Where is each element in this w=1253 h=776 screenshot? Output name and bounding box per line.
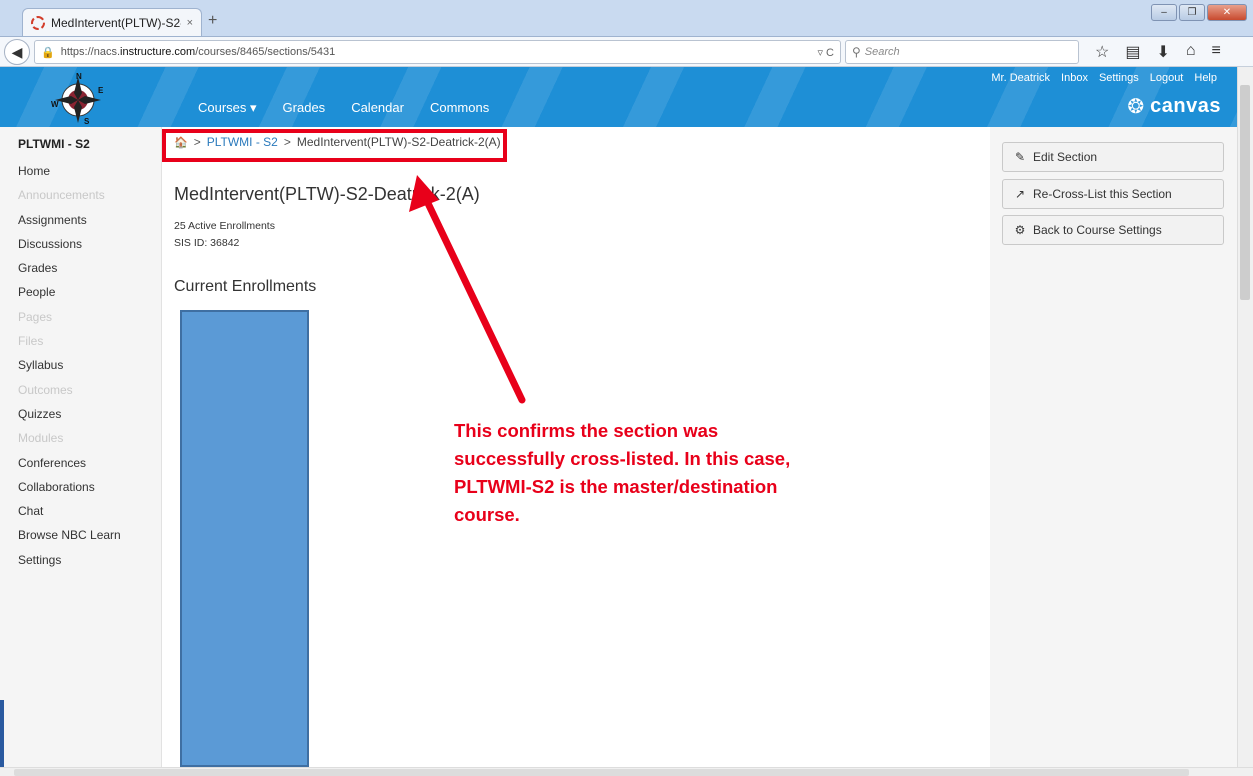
canvas-header: N E W S Courses ▾ Grades Calendar Common… bbox=[0, 67, 1237, 127]
external-link-icon: ↗ bbox=[1014, 187, 1026, 201]
nav-item-assignments[interactable]: Assignments bbox=[18, 208, 161, 232]
bookmark-star-icon[interactable]: ☆ bbox=[1095, 42, 1109, 62]
canvas-mark-icon: ❂ bbox=[1127, 96, 1145, 118]
maximize-button[interactable]: ❐ bbox=[1179, 4, 1205, 21]
user-nav: Mr. Deatrick Inbox Settings Logout Help bbox=[991, 72, 1217, 84]
main-content: 🏠 > PLTWMI - S2 > MedIntervent(PLTW)-S2-… bbox=[162, 127, 990, 767]
search-icon: ⚲ bbox=[852, 45, 861, 59]
browser-tab-bar: MedIntervent(PLTW)-S2-D... × + – ❐ ✕ bbox=[0, 0, 1253, 37]
help-link[interactable]: Help bbox=[1194, 72, 1217, 84]
canvas-wordmark: canvas bbox=[1150, 95, 1221, 117]
settings-link[interactable]: Settings bbox=[1099, 72, 1139, 84]
nav-calendar[interactable]: Calendar bbox=[351, 100, 404, 116]
url-bar[interactable]: 🔒 https://nacs.instructure.com/courses/8… bbox=[34, 40, 841, 64]
download-icon[interactable]: ⬇ bbox=[1156, 42, 1169, 62]
user-name-link[interactable]: Mr. Deatrick bbox=[991, 72, 1050, 84]
vertical-scrollbar[interactable] bbox=[1237, 67, 1253, 767]
svg-text:N: N bbox=[76, 72, 82, 81]
annotation-line: successfully cross-listed. In this case, bbox=[454, 448, 791, 469]
right-sidebar: ✎ Edit Section ↗ Re-Cross-List this Sect… bbox=[990, 127, 1237, 767]
lock-icon: 🔒 bbox=[41, 46, 55, 59]
edit-section-label: Edit Section bbox=[1033, 150, 1098, 164]
gear-icon: ⚙ bbox=[1014, 223, 1026, 237]
nav-item-people[interactable]: People bbox=[18, 280, 161, 304]
close-window-button[interactable]: ✕ bbox=[1207, 4, 1247, 21]
pencil-icon: ✎ bbox=[1014, 150, 1026, 164]
global-nav: Courses ▾ Grades Calendar Commons bbox=[198, 100, 489, 116]
back-to-settings-label: Back to Course Settings bbox=[1033, 223, 1162, 237]
annotation-line: PLTWMI-S2 is the master/destination bbox=[454, 476, 778, 497]
nav-item-browse-nbc-learn[interactable]: Browse NBC Learn bbox=[18, 523, 161, 547]
nav-item-conferences[interactable]: Conferences bbox=[18, 451, 161, 475]
back-button[interactable]: ◀ bbox=[4, 39, 30, 65]
nav-item-grades[interactable]: Grades bbox=[18, 256, 161, 280]
re-cross-list-button[interactable]: ↗ Re-Cross-List this Section bbox=[1002, 179, 1224, 209]
course-name[interactable]: PLTWMI - S2 bbox=[18, 137, 161, 151]
annotation-line: This confirms the section was bbox=[454, 420, 719, 441]
inbox-link[interactable]: Inbox bbox=[1061, 72, 1088, 84]
horizontal-scroll-thumb[interactable] bbox=[14, 769, 1189, 776]
nav-item-modules: Modules bbox=[18, 431, 64, 446]
nav-item-collaborations[interactable]: Collaborations bbox=[18, 475, 161, 499]
horizontal-scrollbar[interactable] bbox=[0, 767, 1253, 776]
nav-item-outcomes: Outcomes bbox=[18, 382, 73, 397]
window-edge-accent bbox=[0, 700, 4, 767]
nav-item-chat[interactable]: Chat bbox=[18, 499, 161, 523]
edit-section-button[interactable]: ✎ Edit Section bbox=[1002, 142, 1224, 172]
browser-toolbar-icons: ☆ ▤ ⬇ ⌂ ≡ bbox=[1095, 42, 1221, 62]
nav-grades[interactable]: Grades bbox=[283, 100, 326, 116]
tab-close-icon[interactable]: × bbox=[187, 17, 193, 29]
nav-item-pages: Pages bbox=[18, 309, 53, 324]
tab-title: MedIntervent(PLTW)-S2-D... bbox=[51, 15, 181, 30]
vertical-scroll-thumb[interactable] bbox=[1240, 85, 1250, 300]
bookmarks-list-icon[interactable]: ▤ bbox=[1125, 42, 1140, 62]
svg-text:W: W bbox=[51, 100, 59, 109]
canvas-logo[interactable]: ❂ canvas bbox=[1127, 94, 1221, 119]
nav-item-settings[interactable]: Settings bbox=[18, 548, 161, 572]
home-icon[interactable]: ⌂ bbox=[1186, 42, 1196, 62]
nav-item-syllabus[interactable]: Syllabus bbox=[18, 353, 161, 377]
back-to-course-settings-button[interactable]: ⚙ Back to Course Settings bbox=[1002, 215, 1224, 245]
canvas-favicon-icon bbox=[31, 15, 45, 30]
annotation-line: course. bbox=[454, 504, 520, 525]
nav-item-home[interactable]: Home bbox=[18, 159, 161, 183]
nav-item-quizzes[interactable]: Quizzes bbox=[18, 402, 161, 426]
search-placeholder: Search bbox=[864, 46, 900, 58]
search-box[interactable]: ⚲ Search bbox=[845, 40, 1079, 64]
new-tab-button[interactable]: + bbox=[208, 12, 217, 30]
nav-item-announcements: Announcements bbox=[18, 188, 105, 203]
school-logo-icon[interactable]: N E W S bbox=[48, 71, 108, 125]
url-text: https://nacs.instructure.com/courses/846… bbox=[60, 46, 336, 58]
nav-item-files: Files bbox=[18, 334, 44, 349]
reload-icon[interactable]: ▿ C bbox=[817, 46, 834, 59]
nav-courses[interactable]: Courses ▾ bbox=[198, 100, 257, 116]
annotation-text: This confirms the section was successful… bbox=[454, 417, 934, 529]
svg-text:S: S bbox=[84, 117, 90, 125]
menu-icon[interactable]: ≡ bbox=[1212, 42, 1221, 62]
browser-tab[interactable]: MedIntervent(PLTW)-S2-D... × bbox=[22, 8, 202, 36]
nav-commons[interactable]: Commons bbox=[430, 100, 489, 116]
nav-item-discussions[interactable]: Discussions bbox=[18, 232, 161, 256]
re-cross-list-label: Re-Cross-List this Section bbox=[1033, 187, 1172, 201]
minimize-button[interactable]: – bbox=[1151, 4, 1177, 21]
course-nav: PLTWMI - S2 Home Announcements Assignments… bbox=[0, 127, 162, 767]
window-controls: – ❐ ✕ bbox=[1151, 4, 1247, 21]
browser-nav-bar: ◀ 🔒 https://nacs.instructure.com/courses… bbox=[0, 37, 1253, 67]
logout-link[interactable]: Logout bbox=[1150, 72, 1184, 84]
svg-text:E: E bbox=[98, 86, 104, 95]
